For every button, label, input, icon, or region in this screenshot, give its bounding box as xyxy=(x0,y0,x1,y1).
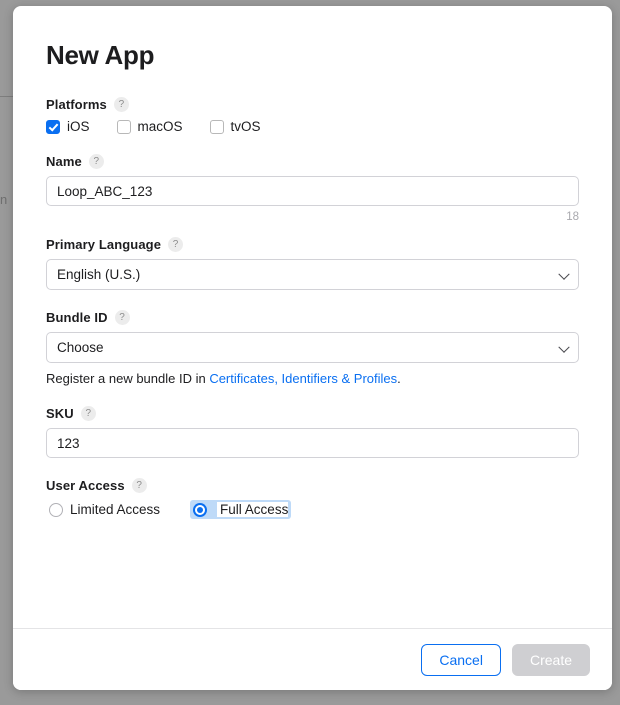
checkbox-macos-box[interactable] xyxy=(116,119,131,134)
radio-full-access-dot[interactable] xyxy=(193,502,208,517)
dialog-body: New App Platforms ? iOS macOS tvOS Name … xyxy=(13,6,612,628)
dialog-footer: Cancel Create xyxy=(13,628,612,690)
help-icon[interactable]: ? xyxy=(168,237,184,252)
bundle-id-label: Bundle ID xyxy=(46,310,108,325)
radio-limited-access[interactable]: Limited Access xyxy=(46,500,163,519)
background-divider xyxy=(0,96,14,97)
bundle-id-hint-prefix: Register a new bundle ID in xyxy=(46,371,210,386)
checkbox-tvos-box[interactable] xyxy=(209,119,224,134)
field-platforms: Platforms ? iOS macOS tvOS xyxy=(46,97,579,134)
checkbox-tvos[interactable]: tvOS xyxy=(209,119,261,134)
checkbox-ios[interactable]: iOS xyxy=(46,119,90,134)
platforms-checkbox-group: iOS macOS tvOS xyxy=(46,119,579,134)
help-icon[interactable]: ? xyxy=(113,97,129,112)
name-label-row: Name ? xyxy=(46,154,579,169)
primary-language-label-row: Primary Language ? xyxy=(46,237,579,252)
help-icon[interactable]: ? xyxy=(88,154,104,169)
field-name: Name ? 18 xyxy=(46,154,579,223)
bundle-id-hint-suffix: . xyxy=(397,371,401,386)
page-title: New App xyxy=(46,40,155,70)
new-app-dialog: New App Platforms ? iOS macOS tvOS Name … xyxy=(13,6,612,690)
checkbox-macos-label: macOS xyxy=(137,119,183,134)
sku-input[interactable] xyxy=(46,428,579,458)
bundle-id-select[interactable]: Choose xyxy=(46,332,579,363)
certificates-identifiers-profiles-link[interactable]: Certificates, Identifiers & Profiles xyxy=(209,371,397,386)
create-button[interactable]: Create xyxy=(511,643,590,676)
platforms-label-row: Platforms ? xyxy=(46,97,579,112)
user-access-label-row: User Access ? xyxy=(46,478,579,493)
user-access-radio-group: Limited Access Full Access xyxy=(46,500,579,519)
checkbox-ios-label: iOS xyxy=(67,119,90,134)
help-icon[interactable]: ? xyxy=(114,310,130,325)
checkbox-tvos-label: tvOS xyxy=(230,119,261,134)
checkbox-ios-box[interactable] xyxy=(46,119,60,134)
primary-language-label: Primary Language xyxy=(46,237,162,252)
field-sku: SKU ? xyxy=(46,406,579,458)
help-icon[interactable]: ? xyxy=(131,478,147,493)
background-clipped-text: n xyxy=(0,192,8,207)
help-icon[interactable]: ? xyxy=(80,406,96,421)
radio-full-access[interactable]: Full Access xyxy=(190,500,292,519)
name-input[interactable] xyxy=(46,176,579,206)
user-access-label: User Access xyxy=(46,478,125,493)
radio-full-access-label: Full Access xyxy=(217,502,289,517)
cancel-button[interactable]: Cancel xyxy=(421,643,501,676)
radio-limited-access-dot[interactable] xyxy=(49,502,63,517)
field-primary-language: Primary Language ? English (U.S.) xyxy=(46,237,579,290)
name-character-counter: 18 xyxy=(566,211,579,223)
checkbox-macos[interactable]: macOS xyxy=(116,119,183,134)
bundle-id-label-row: Bundle ID ? xyxy=(46,310,579,325)
platforms-label: Platforms xyxy=(46,97,107,112)
primary-language-select-wrap: English (U.S.) xyxy=(46,259,579,290)
primary-language-select[interactable]: English (U.S.) xyxy=(46,259,579,290)
name-label: Name xyxy=(46,154,82,169)
bundle-id-hint: Register a new bundle ID in Certificates… xyxy=(46,371,579,386)
radio-limited-access-label: Limited Access xyxy=(70,502,161,517)
bundle-id-select-wrap: Choose xyxy=(46,332,579,363)
sku-label: SKU xyxy=(46,406,74,421)
field-bundle-id: Bundle ID ? Choose Register a new bundle… xyxy=(46,310,579,386)
field-user-access: User Access ? Limited Access Full Access xyxy=(46,478,579,519)
sku-label-row: SKU ? xyxy=(46,406,579,421)
